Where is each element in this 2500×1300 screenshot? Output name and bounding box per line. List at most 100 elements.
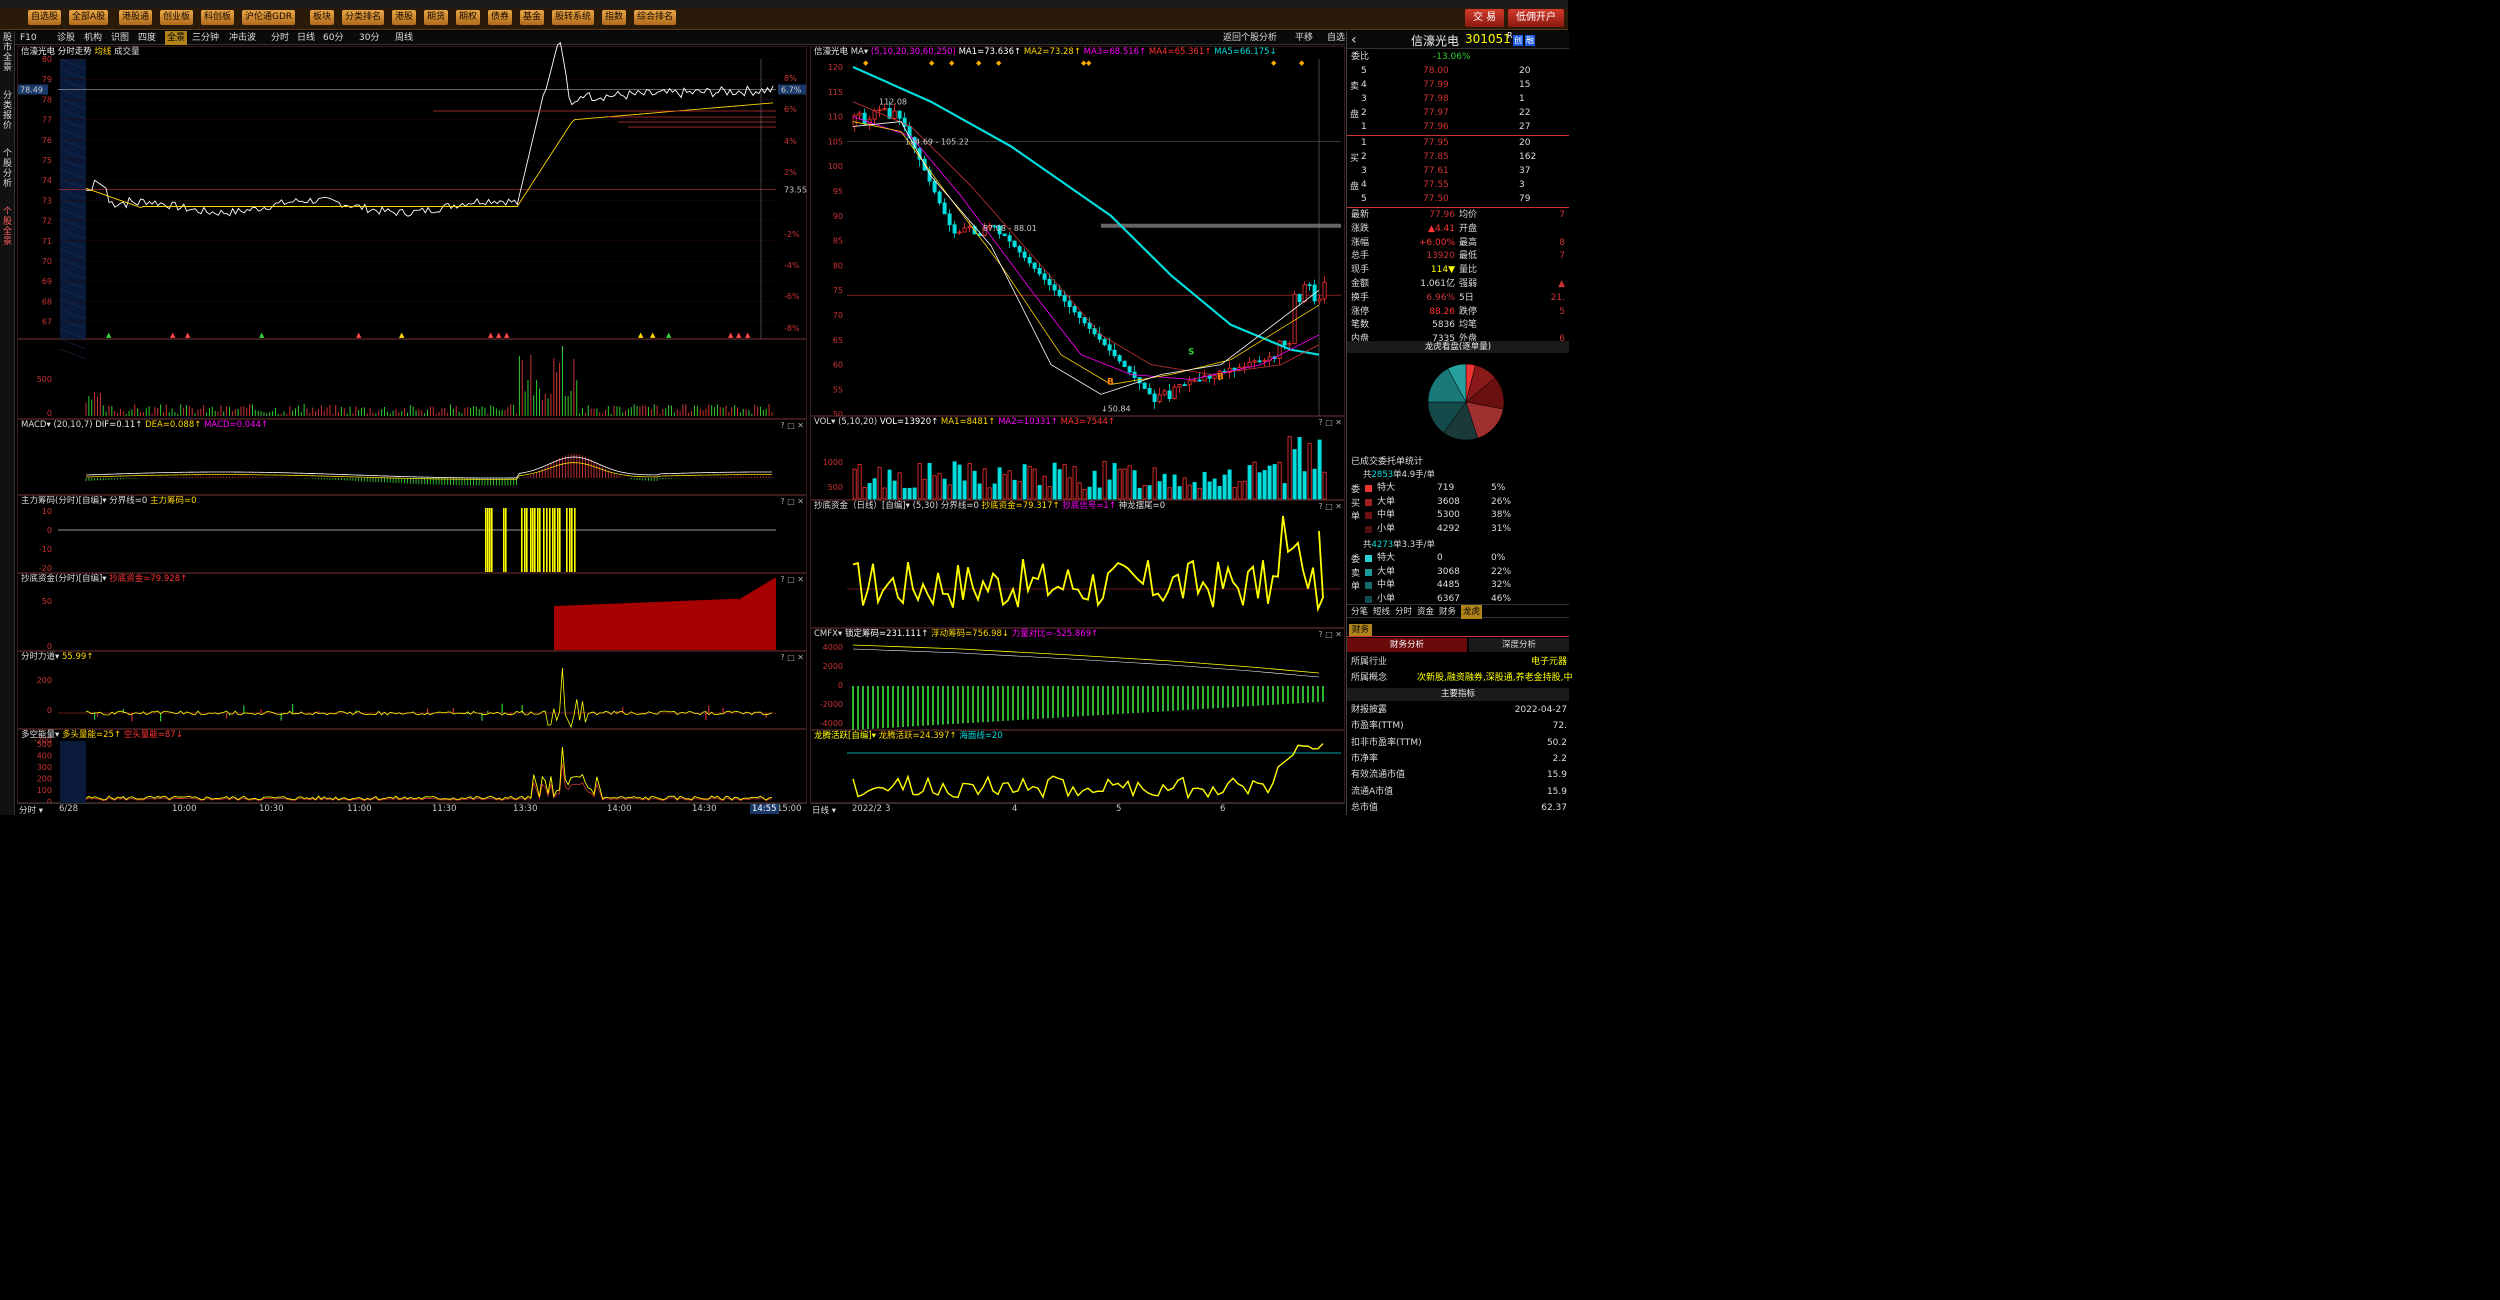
- pct-tick: -6%: [784, 292, 800, 301]
- fin-row-0: 财报披露 2022-04-27: [1351, 705, 1567, 715]
- menu-button-7[interactable]: 分类排名: [342, 10, 385, 25]
- annot-high: 112.08: [879, 98, 907, 107]
- candle: [1062, 295, 1067, 302]
- menu-button-9[interactable]: 期货: [424, 10, 449, 25]
- kline-price-tick: 100: [828, 162, 843, 171]
- toolbar-right-0[interactable]: 返回个股分析: [1223, 31, 1277, 45]
- sell-level-2: 2 77.97 22: [1361, 108, 1531, 118]
- signal-marker: ▲: [356, 331, 362, 339]
- candle: [1102, 338, 1107, 346]
- candle: [857, 112, 862, 116]
- pct-tick: -2%: [784, 230, 800, 239]
- period-tab-2[interactable]: 60分: [323, 31, 343, 45]
- menu-button-0[interactable]: 自选股: [28, 10, 62, 25]
- quote-panel: ‹ 信濠光电 301051 R 创融委比 -13.06% 5 78.00 20 4 77.99 15 3…: [1346, 31, 1572, 815]
- chip-bar: [503, 508, 505, 572]
- fund-tick: 0: [47, 642, 52, 651]
- menu-button-11[interactable]: 债券: [488, 10, 513, 25]
- toolbar-right-2[interactable]: 自选: [1327, 31, 1345, 45]
- signal-marker: ▲: [666, 331, 672, 339]
- buy-level-3: 3 77.61 37: [1361, 166, 1531, 176]
- intraday-price-panel: 信濠光电 分时走势 均线 成交量 80 79 78 77 76 75 74 73 72 71 70 6…: [17, 42, 807, 360]
- toolbar-right-1[interactable]: 平移: [1295, 31, 1313, 45]
- detail-tab-1[interactable]: 短线: [1373, 605, 1390, 619]
- deal-side-label: 买: [1351, 498, 1361, 509]
- candle: [1057, 289, 1062, 297]
- sidebar-item-2[interactable]: 个股分析: [1, 149, 14, 189]
- bottom-fund-panel: 抄底资金(分时)[自编]▾ 抄底资金=79.928↑ ? □ ✕ 50 0: [17, 573, 807, 651]
- finance-tab[interactable]: 财务: [1349, 624, 1373, 636]
- price-tick: 77: [42, 116, 52, 125]
- candle: [1007, 235, 1012, 242]
- menu-button-12[interactable]: 基金: [520, 10, 545, 25]
- sidebar-item-0[interactable]: 股市全景: [1, 33, 14, 73]
- menu-button-4[interactable]: 科创板: [201, 10, 235, 25]
- menu-button-2[interactable]: 港股通: [119, 10, 153, 25]
- menu-button-6[interactable]: 板块: [310, 10, 335, 25]
- toolbar-item-2[interactable]: 机构: [84, 31, 102, 45]
- candle: [1167, 390, 1172, 400]
- candle: [1142, 382, 1147, 389]
- price-tick: 70: [42, 257, 52, 266]
- detail-tab-2[interactable]: 分时: [1395, 605, 1412, 619]
- detail-tab-5[interactable]: 龙虎: [1461, 605, 1483, 619]
- toolbar-item-0[interactable]: F10: [20, 31, 37, 45]
- menu-button-14[interactable]: 指数: [602, 10, 627, 25]
- kline-price-tick: 75: [833, 286, 843, 295]
- toolbar-item-4[interactable]: 四度: [138, 31, 156, 45]
- sidebar-item-1[interactable]: 分类报价: [1, 91, 14, 131]
- deal-summary: 共2853单4.9手/单: [1363, 470, 1436, 480]
- period-tab-4[interactable]: 周线: [395, 31, 413, 45]
- deal-title: 已成交委托单统计: [1351, 457, 1424, 467]
- candle: [1067, 300, 1072, 307]
- period-tab-3[interactable]: 30分: [359, 31, 379, 45]
- candle: [1252, 360, 1257, 363]
- menu-button-10[interactable]: 期权: [456, 10, 481, 25]
- back-icon[interactable]: ‹: [1351, 31, 1357, 49]
- chip-bar: [543, 508, 545, 572]
- toolbar-item-3[interactable]: 识图: [111, 31, 129, 45]
- toolbar-item-5[interactable]: 全景: [165, 31, 188, 45]
- detail-tab-0[interactable]: 分笔: [1351, 605, 1368, 619]
- time-axis-label[interactable]: 分时 ▾: [19, 804, 43, 816]
- kline-price-tick: 60: [833, 361, 843, 370]
- menu-button-15[interactable]: 综合排名: [634, 10, 677, 25]
- candle: [882, 108, 887, 111]
- energy-tick: 200: [37, 775, 52, 784]
- stat-row-3: 总手 13920 最低 7: [1351, 251, 1565, 262]
- toolbar-item-6[interactable]: 三分钟: [192, 31, 219, 45]
- price-tick: 78: [42, 95, 52, 104]
- candle: [1077, 311, 1082, 318]
- fin-subtab-1[interactable]: 深度分析: [1469, 638, 1569, 652]
- daily-tick: 6: [1220, 804, 1226, 814]
- period-tab-1[interactable]: 日线: [297, 31, 315, 45]
- detail-tab-4[interactable]: 财务: [1439, 605, 1456, 619]
- menu-button-8[interactable]: 港股: [392, 10, 417, 25]
- toolbar-item-7[interactable]: 冲击波: [229, 31, 256, 45]
- stat-row-6: 换手 6.96% 5日 21.: [1351, 292, 1565, 303]
- detail-tab-3[interactable]: 资金: [1417, 605, 1434, 619]
- industry-row: 所属行业 电子元器: [1351, 657, 1567, 667]
- daily-axis-label[interactable]: 日线 ▾: [812, 804, 836, 816]
- open-account-button[interactable]: 低佣开户: [1508, 9, 1564, 27]
- sidebar-item-3[interactable]: 个股全景: [1, 207, 14, 247]
- candle: [942, 202, 947, 215]
- chip-bar: [505, 508, 507, 572]
- menu-button-5[interactable]: 沪伦通GDR: [242, 10, 296, 25]
- fin-subtab-0[interactable]: 财务分析: [1347, 638, 1467, 652]
- toolbar-item-1[interactable]: 诊股: [57, 31, 75, 45]
- deal-row: 特大 0 0%: [1377, 553, 1506, 563]
- chip-tick: -10: [39, 545, 52, 554]
- menu-button-1[interactable]: 全部A股: [69, 10, 109, 25]
- event-marker: ◆: [863, 59, 869, 67]
- signal-marker: ▲: [106, 331, 112, 339]
- trade-button[interactable]: 交 易: [1465, 9, 1505, 27]
- main-index-title: 主要指标: [1347, 688, 1569, 701]
- candle: [1322, 281, 1327, 300]
- candle: [1012, 240, 1017, 247]
- signal-marker: ▲: [488, 331, 494, 339]
- menu-button-13[interactable]: 股转系统: [552, 10, 595, 25]
- period-tab-0[interactable]: 分时: [271, 31, 289, 45]
- menu-button-3[interactable]: 创业板: [160, 10, 194, 25]
- candle: [1287, 343, 1292, 346]
